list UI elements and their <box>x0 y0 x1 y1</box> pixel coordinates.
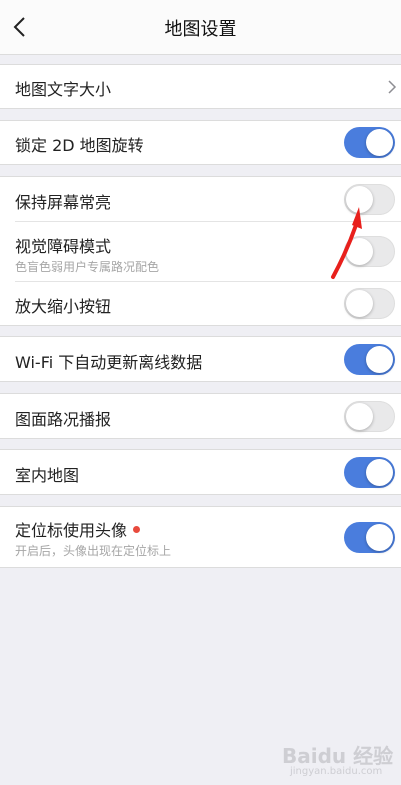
setting-subtitle: 色盲色弱用户专属路况配色 <box>15 260 160 274</box>
lock-rotation-toggle[interactable] <box>344 127 395 158</box>
setting-label: 视觉障碍模式 <box>15 237 112 256</box>
setting-label: 保持屏幕常亮 <box>15 193 112 212</box>
toggle-knob <box>366 524 393 551</box>
setting-label: 放大缩小按钮 <box>15 297 112 316</box>
settings-group-traffic: 图面路况播报 <box>0 393 401 439</box>
setting-label: 室内地图 <box>15 466 80 485</box>
avatar-locator-toggle[interactable] <box>344 522 395 553</box>
settings-group-avatar: 定位标使用头像 开启后，头像出现在定位标上 <box>0 506 401 568</box>
watermark-url: jingyan.baidu.com <box>290 766 383 777</box>
chevron-right-icon <box>388 80 397 94</box>
settings-group-text-size: 地图文字大小 <box>0 64 401 109</box>
setting-label: Wi-Fi 下自动更新离线数据 <box>15 353 203 372</box>
setting-row-indoor-map: 室内地图 <box>0 450 401 494</box>
setting-row-zoom-buttons: 放大缩小按钮 <box>0 282 401 325</box>
page-title: 地图设置 <box>164 19 237 40</box>
toggle-knob <box>346 403 373 430</box>
toggle-knob <box>366 459 393 486</box>
setting-subtitle: 开启后，头像出现在定位标上 <box>15 544 172 558</box>
new-badge-dot <box>133 526 141 533</box>
setting-row-text-size[interactable]: 地图文字大小 <box>0 65 401 108</box>
setting-label: 定位标使用头像 <box>15 521 128 540</box>
toggle-knob <box>346 290 373 317</box>
traffic-broadcast-toggle[interactable] <box>344 401 395 432</box>
watermark-brand: Baidu 经验 <box>282 744 394 768</box>
setting-label: 地图文字大小 <box>15 80 112 99</box>
indoor-map-toggle[interactable] <box>344 457 395 488</box>
annotation-arrow-icon <box>331 207 362 279</box>
nav-bar: 地图设置 <box>0 0 401 55</box>
settings-group-offline: Wi-Fi 下自动更新离线数据 <box>0 336 401 382</box>
setting-row-wifi-offline: Wi-Fi 下自动更新离线数据 <box>0 337 401 381</box>
setting-label: 图面路况播报 <box>15 410 112 429</box>
setting-row-avatar-locator: 定位标使用头像 开启后，头像出现在定位标上 <box>0 507 401 567</box>
wifi-offline-toggle[interactable] <box>344 344 395 375</box>
zoom-buttons-toggle[interactable] <box>344 288 395 319</box>
watermark: Baidu 经验 jingyan.baidu.com <box>282 738 400 784</box>
map-settings-page: 地图设置 地图文字大小 锁定 2D 地图旋转 保持屏幕常亮 视觉障碍模式 色盲色… <box>0 0 401 785</box>
setting-label-wrap: 定位标使用头像 <box>15 517 141 541</box>
setting-row-lock-rotation: 锁定 2D 地图旋转 <box>0 121 401 164</box>
setting-label: 锁定 2D 地图旋转 <box>15 136 144 155</box>
toggle-knob <box>366 129 393 156</box>
settings-group-indoor: 室内地图 <box>0 449 401 495</box>
settings-group-rotation: 锁定 2D 地图旋转 <box>0 120 401 165</box>
toggle-knob <box>366 346 393 373</box>
setting-row-traffic-broadcast: 图面路况播报 <box>0 394 401 438</box>
